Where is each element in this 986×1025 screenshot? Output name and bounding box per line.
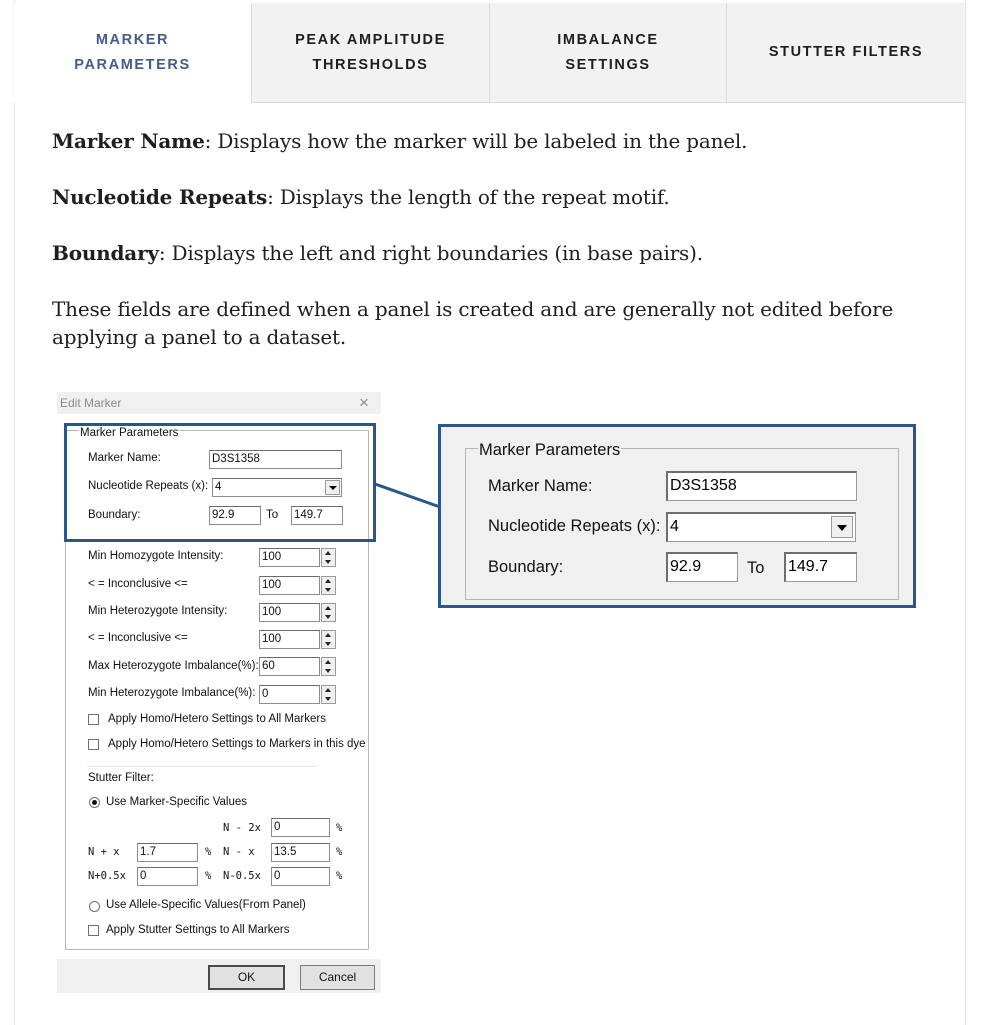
tab-imbalance-settings[interactable]: IMBALANCE SETTINGS (489, 3, 726, 103)
n-minus-x-label: N - x (223, 846, 255, 858)
n-minus-half-x-label: N-0.5x (223, 870, 261, 882)
min-heterozygote-field[interactable]: 100 (259, 603, 320, 622)
zoom-boundary-from-field[interactable]: 92.9 (666, 552, 738, 582)
zoom-nucleotide-repeats-label: Nucleotide Repeats (x): (488, 517, 661, 535)
marker-name-description: Marker Name: Displays how the marker wil… (52, 127, 912, 155)
percent-label: % (336, 870, 343, 882)
panel-note: These fields are defined when a panel is… (52, 297, 894, 349)
percent-label: % (336, 846, 343, 858)
marker-specific-label: Use Marker-Specific Values (106, 796, 248, 808)
nucleotide-repeats-description: Nucleotide Repeats: Displays the length … (52, 183, 912, 211)
highlight-box (64, 423, 376, 542)
tab-stutter-filters[interactable]: STUTTER FILTERS (726, 3, 965, 103)
nucleotide-repeats-text: : Displays the length of the repeat moti… (267, 185, 670, 209)
inconclusive-homo-spinner[interactable] (321, 576, 336, 595)
min-homozygote-field[interactable]: 100 (259, 548, 320, 567)
min-heterozygote-label: Min Heterozygote Intensity: (88, 605, 228, 617)
ok-button[interactable]: OK (208, 965, 285, 990)
zoom-group-title: Marker Parameters (478, 441, 622, 460)
n-minus-2x-field[interactable]: 0 (271, 818, 330, 837)
inconclusive-hetero-label: < = Inconclusive <= (88, 632, 188, 644)
allele-specific-label: Use Allele-Specific Values(From Panel) (106, 899, 306, 911)
stutter-filter-label: Stutter Filter: (88, 772, 154, 784)
apply-stutter-checkbox[interactable] (88, 925, 99, 936)
divider (87, 766, 317, 767)
tab-bar: MARKER PARAMETERS PEAK AMPLITUDE THRESHO… (14, 3, 965, 103)
n-plus-x-label: N + x (88, 846, 120, 858)
connector-line (374, 482, 441, 509)
n-minus-x-field[interactable]: 13.5 (271, 843, 330, 862)
apply-dye-checkbox[interactable] (88, 739, 99, 750)
zoom-to-label: To (747, 559, 765, 577)
n-plus-half-x-field[interactable]: 0 (137, 867, 198, 886)
min-heterozygote-spinner[interactable] (321, 603, 336, 622)
zoom-boundary-label: Boundary: (488, 558, 564, 576)
tab-peak-amplitude-thresholds[interactable]: PEAK AMPLITUDE THRESHOLDS (251, 3, 489, 103)
n-plus-x-field[interactable]: 1.7 (137, 843, 198, 862)
boundary-text: : Displays the left and right boundaries… (158, 241, 703, 265)
zoom-marker-name-label: Marker Name: (488, 477, 593, 495)
inconclusive-hetero-field[interactable]: 100 (259, 630, 320, 649)
apply-all-markers-checkbox[interactable] (88, 714, 99, 725)
min-homozygote-spinner[interactable] (321, 548, 336, 567)
inconclusive-homo-field[interactable]: 100 (259, 576, 320, 595)
percent-label: % (336, 822, 343, 834)
marker-specific-radio[interactable] (89, 797, 100, 808)
apply-dye-label: Apply Homo/Hetero Settings to Markers in… (108, 738, 366, 750)
close-icon[interactable]: × (359, 393, 369, 413)
inconclusive-homo-label: < = Inconclusive <= (88, 578, 188, 590)
min-imbalance-label: Min Heterozygote Imbalance(%): (88, 687, 256, 699)
dialog-title: Edit Marker (60, 396, 122, 410)
zoomed-marker-parameters: Marker Parameters Marker Name: D3S1358 N… (438, 424, 916, 608)
tab-marker-parameters[interactable]: MARKER PARAMETERS (14, 3, 251, 103)
allele-specific-radio[interactable] (89, 901, 100, 912)
n-plus-half-x-label: N+0.5x (88, 870, 126, 882)
min-homozygote-label: Min Homozygote Intensity: (88, 550, 224, 562)
percent-label: % (205, 846, 212, 858)
zoom-nucleotide-repeats-select[interactable]: 4 (666, 512, 856, 542)
n-minus-half-x-field[interactable]: 0 (271, 867, 330, 886)
min-imbalance-field[interactable]: 0 (259, 685, 320, 704)
boundary-term: Boundary (52, 241, 159, 265)
max-imbalance-label: Max Heterozygote Imbalance(%): (88, 660, 259, 672)
zoom-marker-name-field[interactable]: D3S1358 (666, 471, 857, 501)
zoom-chevron-down-icon[interactable] (831, 516, 853, 538)
cancel-button[interactable]: Cancel (300, 965, 375, 990)
marker-name-text: : Displays how the marker will be labele… (204, 129, 748, 153)
boundary-description: Boundary: Displays the left and right bo… (52, 239, 912, 267)
max-imbalance-field[interactable]: 60 (259, 657, 320, 676)
max-imbalance-spinner[interactable] (321, 657, 336, 676)
nucleotide-repeats-term: Nucleotide Repeats (52, 185, 268, 209)
marker-name-term: Marker Name (52, 129, 205, 153)
min-imbalance-spinner[interactable] (321, 685, 336, 704)
n-minus-2x-label: N - 2x (223, 822, 261, 834)
zoom-boundary-to-field[interactable]: 149.7 (784, 552, 857, 582)
apply-all-markers-label: Apply Homo/Hetero Settings to All Marker… (108, 713, 326, 725)
apply-stutter-label: Apply Stutter Settings to All Markers (106, 924, 290, 936)
percent-label: % (205, 870, 212, 882)
inconclusive-hetero-spinner[interactable] (321, 630, 336, 649)
